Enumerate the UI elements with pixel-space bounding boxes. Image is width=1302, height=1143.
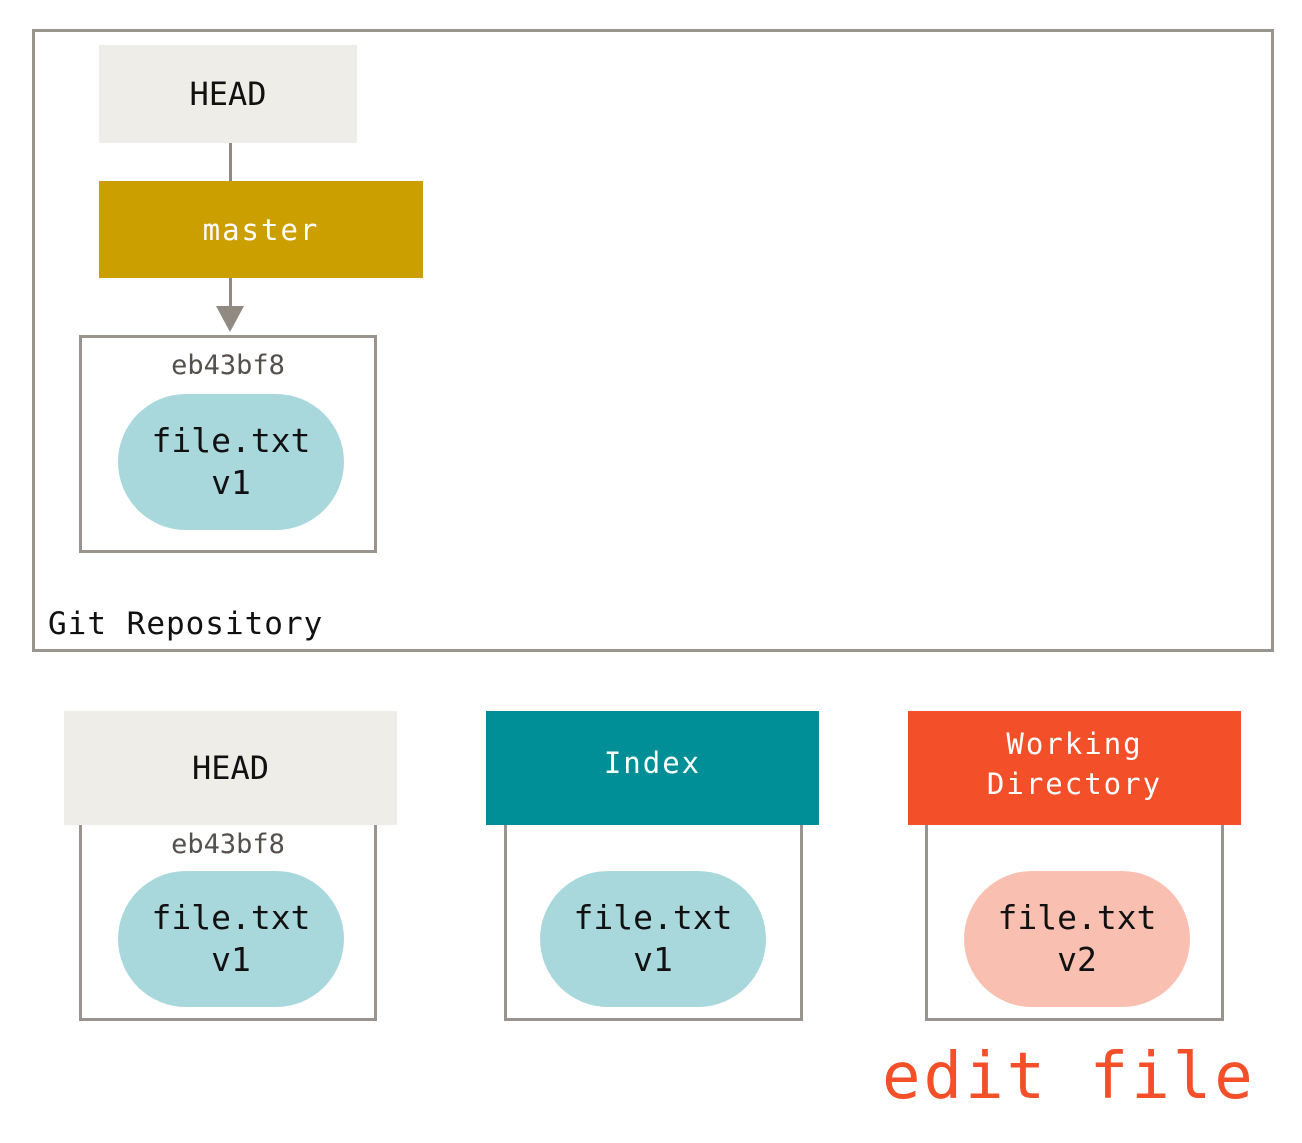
file-name: file.txt — [997, 898, 1157, 937]
file-version: v1 — [211, 940, 251, 979]
repo-head-ref: HEAD — [99, 45, 357, 143]
index-tree-header: Index — [486, 711, 819, 825]
working-directory-file-blob: file.txt v2 — [964, 871, 1190, 1007]
file-blob: file.txt v1 — [118, 394, 344, 530]
head-tree-header: HEAD — [64, 711, 397, 825]
index-tree-file-blob: file.txt v1 — [540, 871, 766, 1007]
head-tree-file-blob: file.txt v1 — [118, 871, 344, 1007]
master-branch-ref: master — [99, 181, 423, 278]
action-caption: edit file — [882, 1040, 1256, 1114]
working-directory-label-line2: Directory — [986, 767, 1163, 801]
file-version: v1 — [633, 940, 673, 979]
file-name: file.txt — [573, 898, 733, 937]
file-name: file.txt — [151, 421, 311, 460]
file-name: file.txt — [151, 898, 311, 937]
file-version: v1 — [211, 463, 251, 502]
commit-box: eb43bf8 file.txt v1 — [79, 335, 377, 553]
working-directory-tree-header: Working Directory — [908, 711, 1241, 825]
file-version: v2 — [1057, 940, 1097, 979]
head-to-master-connector — [229, 143, 232, 181]
git-repository-label: Git Repository — [48, 606, 324, 642]
commit-hash: eb43bf8 — [171, 350, 285, 381]
arrow-down-icon — [216, 306, 244, 332]
master-to-commit-connector — [229, 278, 232, 308]
working-directory-label-line1: Working — [1006, 727, 1143, 761]
head-tree-hash: eb43bf8 — [171, 829, 285, 860]
